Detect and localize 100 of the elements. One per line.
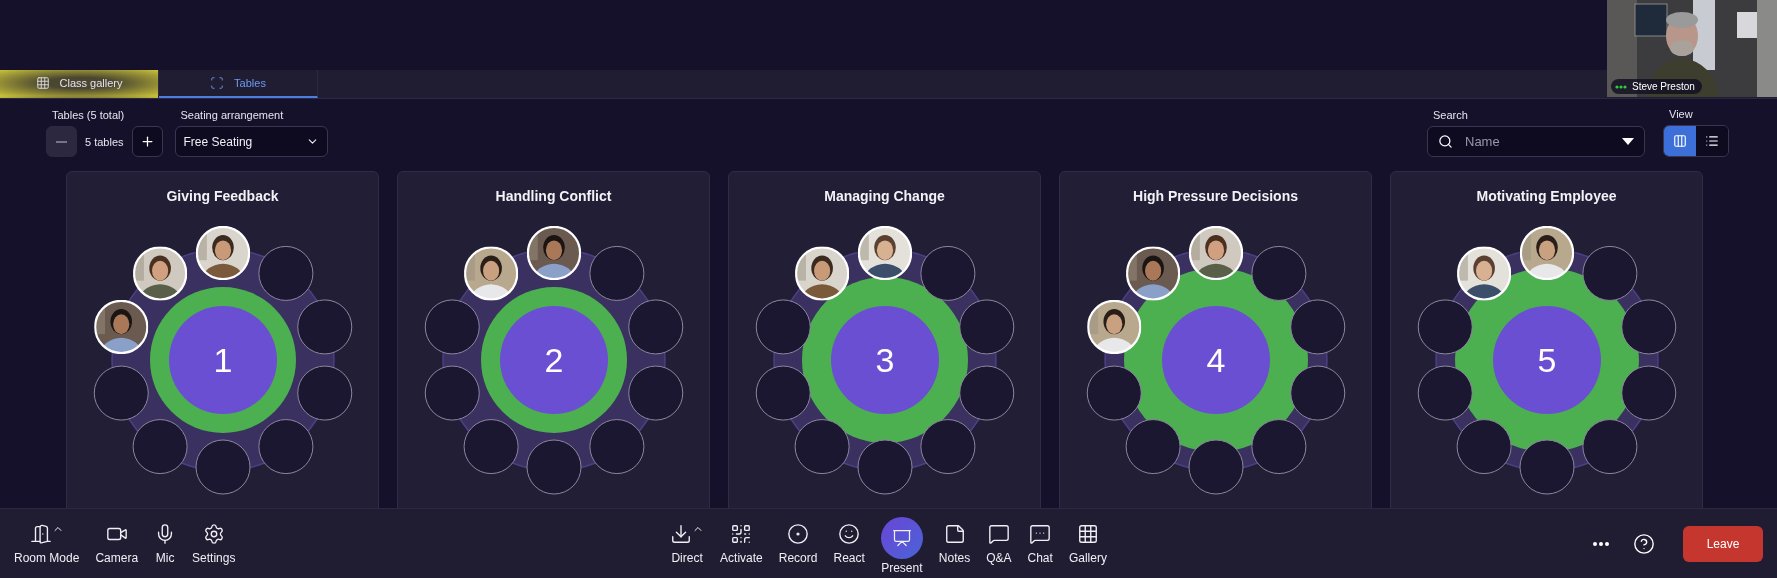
search-input[interactable]: Name — [1463, 133, 1612, 150]
search-icon — [1438, 134, 1453, 149]
toolbar-button[interactable]: Record — [778, 522, 818, 565]
list-icon — [1705, 134, 1719, 148]
empty-seat[interactable] — [755, 365, 811, 421]
toolbar-button[interactable]: Camera — [95, 522, 139, 565]
empty-seat[interactable] — [1125, 419, 1181, 475]
empty-seat[interactable] — [93, 365, 149, 421]
present-button[interactable]: Present — [880, 516, 923, 575]
more-button[interactable] — [1593, 541, 1609, 546]
speech-bubble-icon — [987, 522, 1010, 545]
table-title: Managing Change — [824, 188, 945, 204]
field-label: Search — [1432, 109, 1469, 121]
columns-icon — [1673, 134, 1687, 148]
table-number: 4 — [1206, 341, 1225, 379]
smiley-icon — [838, 522, 861, 545]
empty-seat[interactable] — [794, 419, 850, 475]
empty-seat[interactable] — [627, 365, 683, 421]
plus-icon — [139, 134, 155, 149]
door-icon — [29, 522, 52, 545]
record-icon — [787, 522, 810, 545]
empty-seat[interactable] — [1581, 419, 1637, 475]
empty-seat[interactable] — [1289, 365, 1345, 421]
empty-seat[interactable] — [1086, 365, 1142, 421]
empty-seat[interactable] — [1417, 365, 1473, 421]
empty-seat[interactable] — [1250, 419, 1306, 475]
toolbar-button[interactable]: Settings — [192, 522, 236, 565]
empty-seat[interactable] — [627, 299, 683, 355]
empty-seat[interactable] — [1519, 439, 1574, 495]
toolbar-button[interactable]: Room Mode — [14, 522, 80, 565]
empty-seat[interactable] — [257, 245, 313, 301]
empty-seat[interactable] — [1188, 439, 1243, 495]
table-number: 3 — [875, 341, 894, 379]
empty-seat[interactable] — [296, 299, 352, 355]
decrease-button[interactable] — [46, 126, 77, 157]
field-label: View — [1668, 108, 1694, 120]
empty-seat[interactable] — [195, 439, 250, 495]
seating-select[interactable]: Free Seating — [174, 126, 328, 157]
grid-icon — [35, 76, 50, 90]
empty-seat[interactable] — [857, 439, 912, 495]
tab[interactable]: Tables — [159, 70, 318, 98]
more-icon — [1593, 541, 1609, 546]
table-number: 2 — [544, 341, 563, 379]
participant-name: Steve Preston — [1632, 81, 1695, 92]
table-title: Giving Feedback — [166, 188, 279, 204]
empty-seat[interactable] — [463, 419, 519, 475]
empty-seat[interactable] — [1289, 299, 1345, 355]
empty-seat[interactable] — [1456, 419, 1512, 475]
empty-seat[interactable] — [424, 365, 480, 421]
empty-seat[interactable] — [526, 439, 581, 495]
grid-view-button[interactable] — [1664, 126, 1696, 156]
grid-icon — [1076, 522, 1099, 545]
qr-code-icon — [730, 522, 753, 545]
empty-seat[interactable] — [257, 419, 313, 475]
field-label: Tables (5 total) — [51, 109, 126, 121]
empty-seat[interactable] — [588, 419, 644, 475]
empty-seat[interactable] — [755, 299, 811, 355]
empty-seat[interactable] — [132, 419, 188, 475]
toolbar-button[interactable]: Direct — [670, 522, 705, 565]
toolbar-button[interactable]: Mic — [154, 522, 177, 565]
table-title: Handling Conflict — [495, 188, 612, 204]
download-icon — [670, 522, 693, 545]
toolbar-button[interactable]: Notes — [938, 522, 971, 565]
table-count: 5 tables — [85, 135, 124, 148]
empty-seat[interactable] — [958, 299, 1014, 355]
help-button[interactable] — [1633, 532, 1655, 555]
signal-dots-icon — [1615, 84, 1627, 89]
chat-icon — [1029, 522, 1052, 545]
table-title: Motivating Employee — [1476, 188, 1617, 204]
empty-seat[interactable] — [1417, 299, 1473, 355]
empty-seat[interactable] — [1250, 245, 1306, 301]
empty-seat[interactable] — [958, 365, 1014, 421]
toolbar-button[interactable]: Chat — [1027, 522, 1053, 565]
empty-seat[interactable] — [424, 299, 480, 355]
toolbar-button[interactable]: React — [833, 522, 865, 565]
notes-icon — [943, 522, 966, 545]
tab[interactable]: Class gallery — [0, 70, 159, 98]
help-icon — [1633, 532, 1655, 555]
field-label: Seating arrangement — [179, 109, 285, 121]
toolbar-button[interactable]: Q&A — [986, 522, 1012, 565]
presentation-icon — [891, 527, 912, 548]
table-number: 5 — [1537, 341, 1556, 379]
toolbar-button[interactable]: Gallery — [1068, 522, 1107, 565]
table-title: High Pressure Decisions — [1133, 188, 1298, 204]
caret-down-icon — [1622, 138, 1634, 145]
empty-seat[interactable] — [919, 245, 975, 301]
leave-button[interactable]: Leave — [1683, 525, 1763, 562]
list-view-button[interactable] — [1696, 126, 1728, 156]
minus-icon — [56, 140, 67, 143]
empty-seat[interactable] — [1620, 365, 1676, 421]
increase-button[interactable] — [131, 126, 163, 157]
empty-seat[interactable] — [588, 245, 644, 301]
empty-seat[interactable] — [1581, 245, 1637, 301]
toolbar-button[interactable]: Activate — [720, 522, 763, 565]
settings-icon — [202, 522, 225, 545]
empty-seat[interactable] — [296, 365, 352, 421]
search-field[interactable]: Name — [1427, 126, 1645, 157]
empty-seat[interactable] — [919, 419, 975, 475]
frame-icon — [210, 76, 225, 90]
empty-seat[interactable] — [1620, 299, 1676, 355]
